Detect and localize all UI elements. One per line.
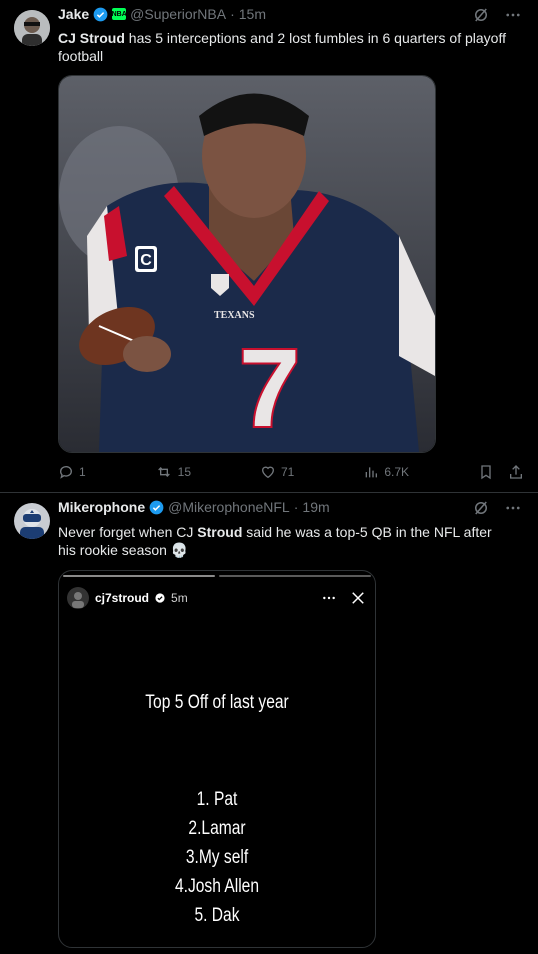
reply-count: 1 bbox=[79, 465, 86, 479]
dot-separator: · bbox=[230, 6, 235, 22]
timestamp[interactable]: 15m bbox=[239, 6, 266, 22]
tweet-text-rest: has 5 interceptions and 2 lost fumbles i… bbox=[58, 30, 506, 64]
repost-button[interactable]: 15 bbox=[155, 464, 191, 480]
repost-icon bbox=[157, 467, 170, 477]
reply-icon bbox=[60, 466, 72, 479]
avatar[interactable] bbox=[14, 503, 50, 539]
bookmark-icon[interactable] bbox=[478, 464, 494, 480]
views-button[interactable]: 6.7K bbox=[363, 464, 409, 480]
story-list-item: 2.Lamar bbox=[188, 818, 246, 839]
captain-patch-letter: C bbox=[140, 252, 152, 269]
tweet-text-pre: Never forget when CJ bbox=[58, 524, 198, 540]
like-count: 71 bbox=[280, 465, 295, 479]
story-list-item: 5. Dak bbox=[194, 905, 240, 926]
tweet-1[interactable]: Jake NBA @SuperiorNBA · 15m CJ Stroud ha… bbox=[0, 0, 538, 492]
story-time: 5m bbox=[171, 591, 188, 605]
reply-button[interactable]: 1 bbox=[58, 464, 86, 480]
avatar-image bbox=[14, 503, 50, 539]
repost-count: 15 bbox=[177, 465, 192, 479]
verified-badge-icon bbox=[93, 7, 108, 21]
tweet-text-bold[interactable]: Stroud bbox=[197, 524, 242, 540]
more-icon[interactable] bbox=[504, 499, 522, 517]
dot-separator: · bbox=[293, 499, 299, 515]
story-title: Top 5 Off of last year bbox=[145, 692, 289, 713]
avatar-image bbox=[14, 10, 50, 46]
tweet-text-bold[interactable]: CJ Stroud bbox=[58, 30, 125, 46]
story-progress-segment bbox=[219, 575, 371, 577]
tweet-text: CJ Stroud has 5 interceptions and 2 lost… bbox=[58, 29, 510, 65]
share-icon[interactable] bbox=[508, 464, 524, 480]
author-name[interactable]: Jake bbox=[58, 6, 89, 22]
like-button[interactable]: 71 bbox=[260, 464, 294, 480]
jersey-team-name: TEXANS bbox=[214, 310, 255, 321]
story-progress-segment bbox=[63, 575, 215, 577]
tweet-image[interactable]: C TEXANS 7 bbox=[58, 75, 436, 453]
view-count: 6.7K bbox=[384, 465, 409, 479]
story-header: cj7stroud 5m bbox=[67, 587, 367, 609]
story-username[interactable]: cj7stroud bbox=[95, 591, 149, 605]
grok-icon[interactable] bbox=[472, 6, 490, 24]
heart-icon bbox=[261, 466, 274, 479]
tweet-text: Never forget when CJ Stroud said he was … bbox=[58, 523, 510, 559]
story-list-item: 1. Pat bbox=[196, 789, 238, 810]
jersey-number: 7 bbox=[239, 327, 300, 450]
action-bar: 1 15 71 6.7K bbox=[58, 462, 524, 482]
story-close-icon[interactable] bbox=[349, 589, 367, 607]
affiliate-badge-icon[interactable]: NBA bbox=[112, 8, 127, 20]
tweet-image-story[interactable]: cj7stroud 5m Top 5 Off of last year 1. P… bbox=[58, 570, 376, 948]
story-list-item: 3.My self bbox=[185, 847, 249, 868]
avatar[interactable] bbox=[14, 10, 50, 46]
story-more-icon[interactable] bbox=[321, 590, 337, 606]
verified-badge-icon bbox=[149, 500, 164, 514]
skull-emoji: 💀 bbox=[170, 542, 189, 558]
grok-icon[interactable] bbox=[472, 499, 490, 517]
tweet-2[interactable]: Mikerophone @MikerophoneNFL · 19m Never … bbox=[0, 493, 538, 954]
player-photo: C TEXANS 7 bbox=[59, 76, 435, 452]
author-name[interactable]: Mikerophone bbox=[58, 499, 145, 515]
timestamp[interactable]: 19m bbox=[302, 499, 329, 515]
story-progress-bars bbox=[63, 575, 371, 577]
story-verified-icon bbox=[155, 593, 165, 603]
action-group-right bbox=[478, 464, 524, 480]
story-avatar[interactable] bbox=[67, 587, 89, 609]
author-handle[interactable]: @MikerophoneNFL bbox=[168, 499, 290, 515]
more-icon[interactable] bbox=[504, 6, 522, 24]
story-list-item: 4.Josh Allen bbox=[174, 876, 260, 897]
views-icon bbox=[365, 467, 378, 478]
author-handle[interactable]: @SuperiorNBA bbox=[130, 6, 226, 22]
